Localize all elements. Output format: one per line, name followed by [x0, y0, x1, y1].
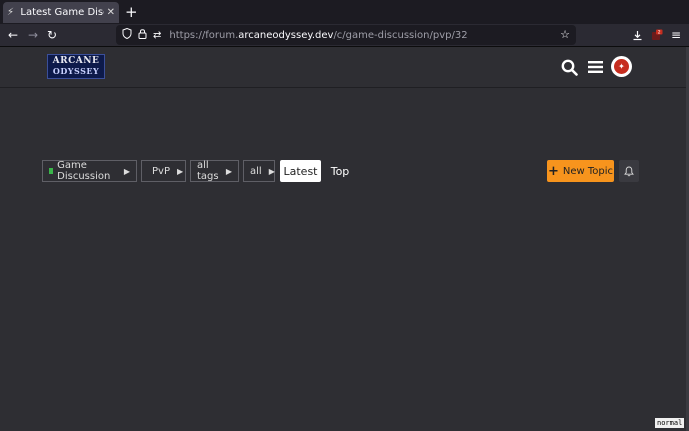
mode-indicator: normal [655, 418, 685, 428]
download-badge: 2 [658, 30, 661, 36]
tags-dropdown[interactable]: all tags ▶ [190, 160, 239, 182]
bell-icon [624, 166, 634, 176]
url-text: https://forum.arcaneodyssey.dev/c/game-d… [169, 29, 468, 41]
logo-line-1: ARCANE [52, 56, 100, 66]
caret-right-icon: ▶ [268, 166, 275, 176]
notification-bell-button[interactable] [619, 160, 639, 182]
reload-icon[interactable]: ↻ [43, 26, 61, 44]
back-icon[interactable]: ← [4, 26, 22, 44]
category-dropdown[interactable]: Game Discussion ▶ [42, 160, 137, 182]
forward-icon[interactable]: → [24, 26, 42, 44]
scope-label: all [250, 165, 262, 177]
site-logo[interactable]: ARCANE ODYSSEY [47, 54, 105, 79]
search-icon[interactable] [558, 56, 580, 78]
permissions-icon[interactable]: ⇄ [153, 30, 161, 41]
scope-dropdown[interactable]: all ▶ [243, 160, 275, 182]
category-color-swatch [49, 168, 54, 174]
caret-right-icon: ▶ [225, 166, 232, 176]
hamburger-menu-icon[interactable] [584, 56, 606, 78]
tags-label: all tags [197, 160, 219, 182]
caret-right-icon: ▶ [123, 166, 130, 176]
browser-nav-bar: ← → ↻ ⇄ https://forum.arcaneodyssey.dev/… [0, 24, 689, 47]
bookmark-star-icon[interactable]: ☆ [560, 28, 570, 41]
browser-tab[interactable]: ⚡ Latest Game Discussion/PvP ✕ [3, 2, 119, 23]
new-topic-label: New Topic [562, 165, 614, 177]
logo-line-2: ODYSSEY [52, 66, 100, 76]
bolt-icon: ⚡ [7, 7, 15, 18]
shield-icon[interactable] [122, 27, 132, 42]
subcategory-label: PvP [152, 165, 170, 177]
new-topic-button[interactable]: + New Topic [547, 160, 614, 182]
site-header: ARCANE ODYSSEY ✦ [0, 47, 689, 88]
lock-icon[interactable] [138, 28, 147, 42]
user-avatar[interactable]: ✦ [611, 56, 632, 77]
phoenix-icon: ✦ [614, 59, 629, 74]
nav-top[interactable]: Top [326, 160, 354, 182]
caret-right-icon: ▶ [176, 166, 184, 176]
category-label: Game Discussion [57, 160, 111, 182]
extensions-icon[interactable]: 2 [648, 26, 666, 44]
url-bar[interactable]: ⇄ https://forum.arcaneodyssey.dev/c/game… [116, 25, 576, 45]
app-menu-icon[interactable]: ≡ [667, 26, 685, 44]
browser-tab-strip: ⚡ Latest Game Discussion/PvP ✕ + [0, 0, 689, 24]
nav-latest[interactable]: Latest [280, 160, 321, 182]
download-icon[interactable] [628, 26, 646, 44]
subcategory-dropdown[interactable]: PvP ▶ [141, 160, 186, 182]
plus-icon: + [547, 163, 559, 179]
tab-title: Latest Game Discussion/PvP [20, 7, 104, 18]
close-icon[interactable]: ✕ [107, 7, 115, 18]
new-tab-button[interactable]: + [125, 3, 138, 21]
